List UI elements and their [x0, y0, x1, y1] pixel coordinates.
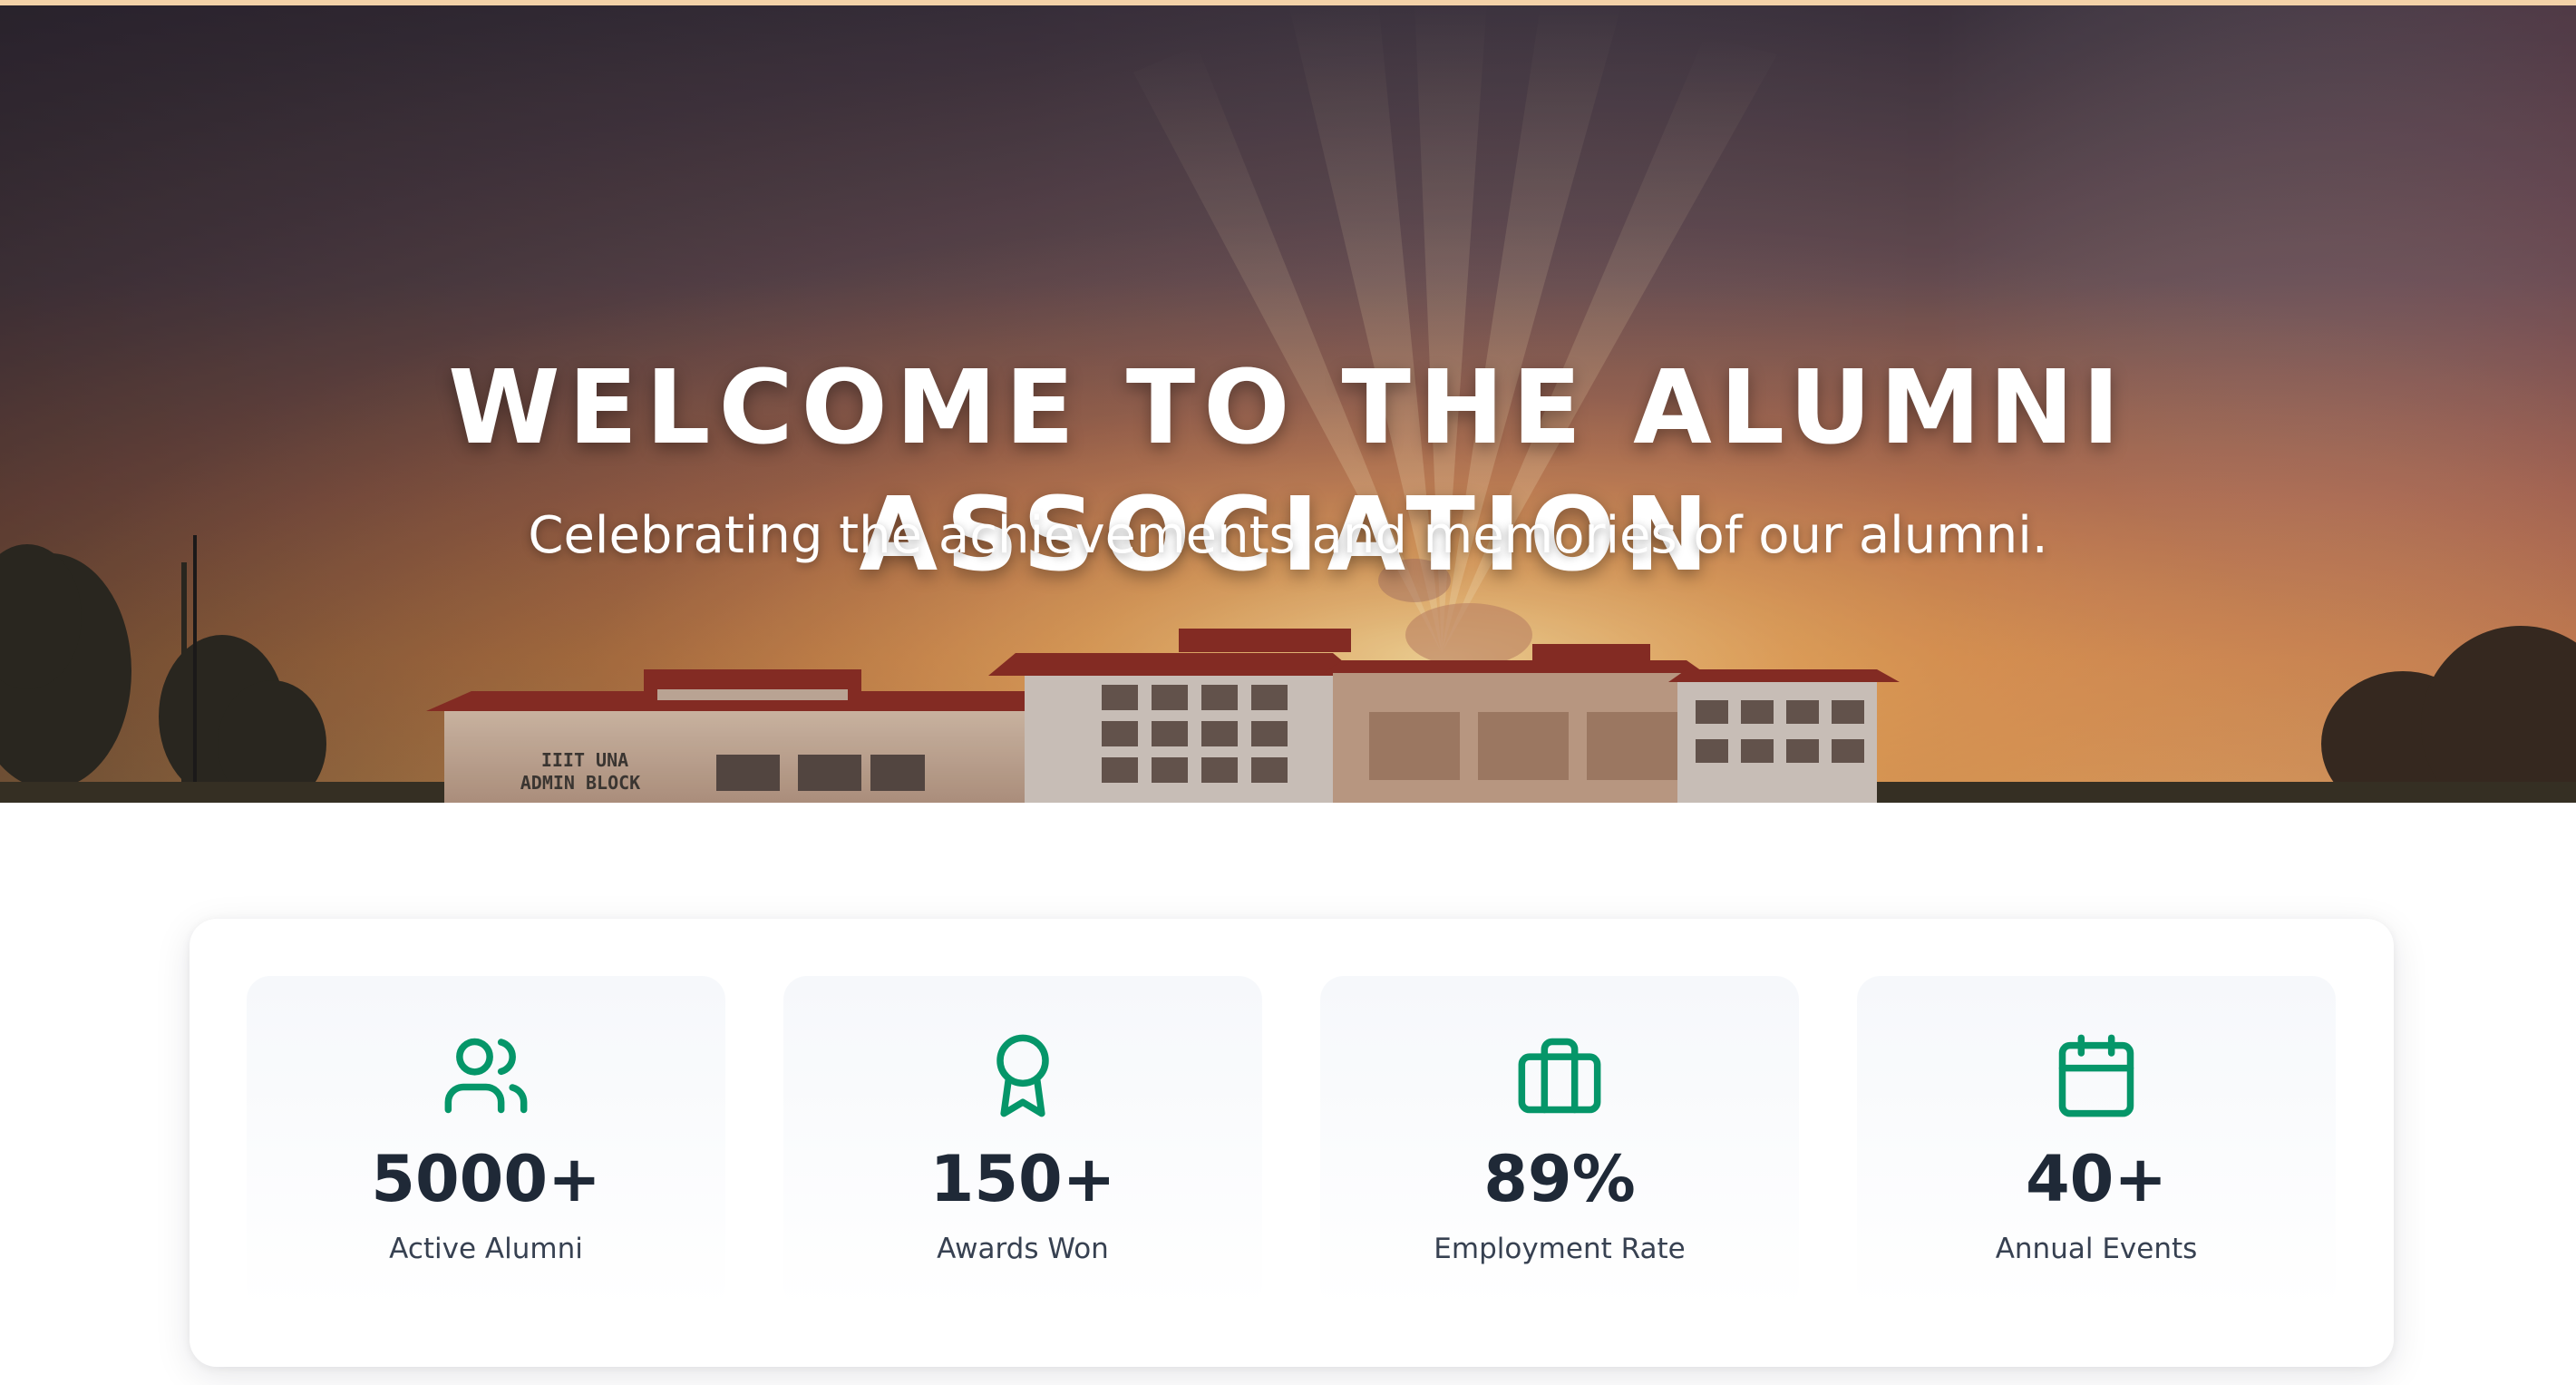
- stat-label: Annual Events: [1995, 1233, 2198, 1265]
- stat-value: 40+: [2025, 1142, 2168, 1216]
- stat-value: 89%: [1483, 1142, 1636, 1216]
- hero-banner: IIIT UNA ADMIN BLOCK WELCOME TO THE ALUM…: [0, 0, 2576, 803]
- stat-annual-events: 40+ Annual Events: [1857, 976, 2336, 1310]
- hero-subtitle: Celebrating the achievements and memorie…: [528, 506, 2048, 565]
- stats-card: 5000+ Active Alumni 150+ Awards Won 89%: [190, 919, 2394, 1367]
- stat-label: Awards Won: [937, 1233, 1109, 1265]
- stat-value: 150+: [929, 1142, 1116, 1216]
- users-icon: [441, 1030, 531, 1121]
- alumni-home-page: IIIT UNA ADMIN BLOCK WELCOME TO THE ALUM…: [0, 0, 2576, 1385]
- stat-employment-rate: 89% Employment Rate: [1320, 976, 1799, 1310]
- stat-value: 5000+: [371, 1142, 601, 1216]
- stat-label: Employment Rate: [1434, 1233, 1686, 1265]
- calendar-icon: [2051, 1030, 2142, 1121]
- briefcase-icon: [1514, 1030, 1605, 1121]
- stat-label: Active Alumni: [389, 1233, 583, 1265]
- stat-awards-won: 150+ Awards Won: [783, 976, 1262, 1310]
- top-strip: [0, 0, 2576, 5]
- stat-active-alumni: 5000+ Active Alumni: [247, 976, 725, 1310]
- award-icon: [977, 1030, 1068, 1121]
